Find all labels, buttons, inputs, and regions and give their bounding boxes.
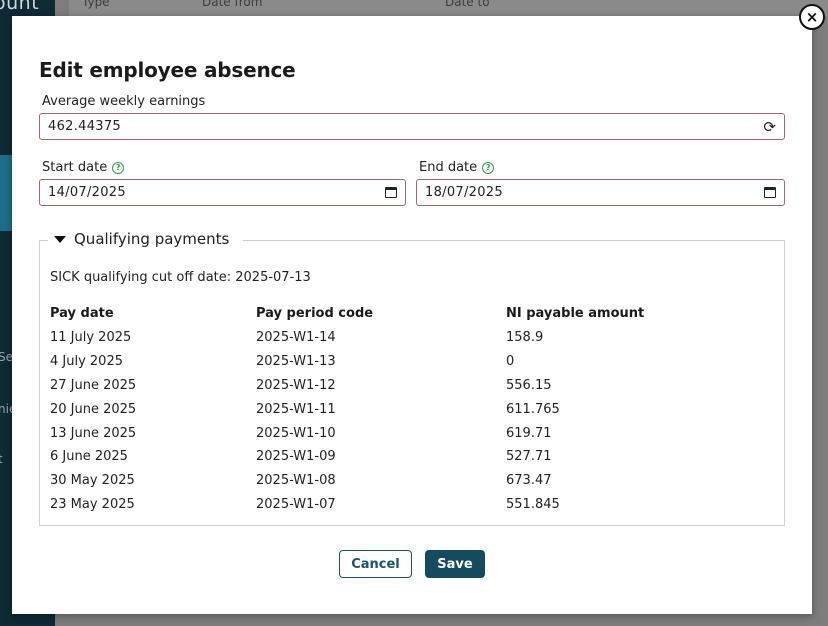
background-column-header: Type — [82, 0, 110, 9]
column-header-ni-payable-amount: NI payable amount — [506, 306, 645, 321]
end-date-value: 18/07/2025 — [425, 185, 503, 200]
start-date-value: 14/07/2025 — [48, 185, 126, 200]
pay-date-cell: 23 May 2025 — [50, 497, 135, 512]
pay-period-code-cell: 2025-W1-13 — [256, 354, 336, 369]
end-date-input[interactable]: 18/07/2025 — [416, 179, 785, 206]
ni-payable-amount-cell: 158.9 — [506, 330, 544, 345]
table-row: 23 May 2025 2025-W1-07 551.845 — [40, 497, 784, 521]
cutoff-date-text: SICK qualifying cut off date: 2025-07-13 — [50, 270, 311, 285]
pay-date-cell: 6 June 2025 — [50, 449, 128, 464]
caret-down-icon — [54, 235, 66, 243]
pay-period-code-cell: 2025-W1-10 — [256, 426, 336, 441]
start-date-input[interactable]: 14/07/2025 — [39, 179, 406, 206]
column-header-pay-date: Pay date — [50, 306, 114, 321]
calendar-icon[interactable] — [764, 187, 776, 198]
pay-date-cell: 27 June 2025 — [50, 378, 137, 393]
table-row: 11 July 2025 2025-W1-14 158.9 — [40, 330, 784, 354]
save-button[interactable]: Save — [425, 550, 485, 578]
pay-date-cell: 13 June 2025 — [50, 426, 137, 441]
pay-period-code-cell: 2025-W1-07 — [256, 497, 336, 512]
end-date-label: End date ? — [419, 160, 495, 175]
start-date-label: Start date ? — [42, 160, 125, 175]
ni-payable-amount-cell: 611.765 — [506, 402, 560, 417]
refresh-icon[interactable]: ⟳ — [763, 118, 776, 136]
pay-date-cell: 20 June 2025 — [50, 402, 137, 417]
cancel-button[interactable]: Cancel — [339, 550, 412, 578]
ni-payable-amount-cell: 551.845 — [506, 497, 560, 512]
table-row: 13 June 2025 2025-W1-10 619.71 — [40, 426, 784, 450]
qualifying-payments-legend: Qualifying payments — [74, 230, 230, 248]
ni-payable-amount-cell: 619.71 — [506, 426, 552, 441]
pay-period-code-cell: 2025-W1-12 — [256, 378, 336, 393]
background-sidebar-active-marker — [0, 155, 12, 231]
pay-date-cell: 4 July 2025 — [50, 354, 123, 369]
end-date-label-text: End date — [419, 160, 478, 175]
average-weekly-earnings-label: Average weekly earnings — [42, 94, 205, 109]
end-date-help-icon[interactable]: ? — [482, 161, 495, 174]
calendar-icon[interactable] — [385, 187, 397, 198]
table-row: 30 May 2025 2025-W1-08 673.47 — [40, 473, 784, 497]
background-sidebar-label: t — [0, 452, 3, 466]
modal-title: Edit employee absence — [39, 58, 296, 82]
ni-payable-amount-cell: 0 — [506, 354, 515, 369]
start-date-help-icon[interactable]: ? — [112, 161, 125, 174]
table-row: 27 June 2025 2025-W1-12 556.15 — [40, 378, 784, 402]
column-header-pay-period-code: Pay period code — [256, 306, 374, 321]
edit-absence-modal: Edit employee absence Average weekly ear… — [12, 16, 812, 614]
pay-period-code-cell: 2025-W1-08 — [256, 473, 336, 488]
pay-period-code-cell: 2025-W1-11 — [256, 402, 336, 417]
qualifying-payments-section: Qualifying payments SICK qualifying cut … — [39, 230, 785, 526]
start-date-label-text: Start date — [42, 160, 108, 175]
ni-payable-amount-cell: 673.47 — [506, 473, 552, 488]
pay-period-code-cell: 2025-W1-09 — [256, 449, 336, 464]
background-column-header: Date from — [202, 0, 263, 9]
table-row: 4 July 2025 2025-W1-13 0 — [40, 354, 784, 378]
pay-period-code-cell: 2025-W1-14 — [256, 330, 336, 345]
background-column-header: Date to — [445, 0, 490, 9]
table-row: 6 June 2025 2025-W1-09 527.71 — [40, 449, 784, 473]
average-weekly-earnings-value: 462.44375 — [48, 119, 122, 134]
ni-payable-amount-cell: 556.15 — [506, 378, 552, 393]
qualifying-payments-toggle[interactable]: Qualifying payments — [48, 230, 244, 248]
average-weekly-earnings-input[interactable]: 462.44375 ⟳ — [39, 113, 785, 140]
ni-payable-amount-cell: 527.71 — [506, 449, 552, 464]
pay-date-cell: 30 May 2025 — [50, 473, 135, 488]
close-icon[interactable]: × — [799, 4, 825, 30]
table-row: 20 June 2025 2025-W1-11 611.765 — [40, 402, 784, 426]
pay-date-cell: 11 July 2025 — [50, 330, 132, 345]
background-logo-text: ount — [0, 0, 40, 14]
average-weekly-earnings-label-text: Average weekly earnings — [42, 94, 206, 109]
